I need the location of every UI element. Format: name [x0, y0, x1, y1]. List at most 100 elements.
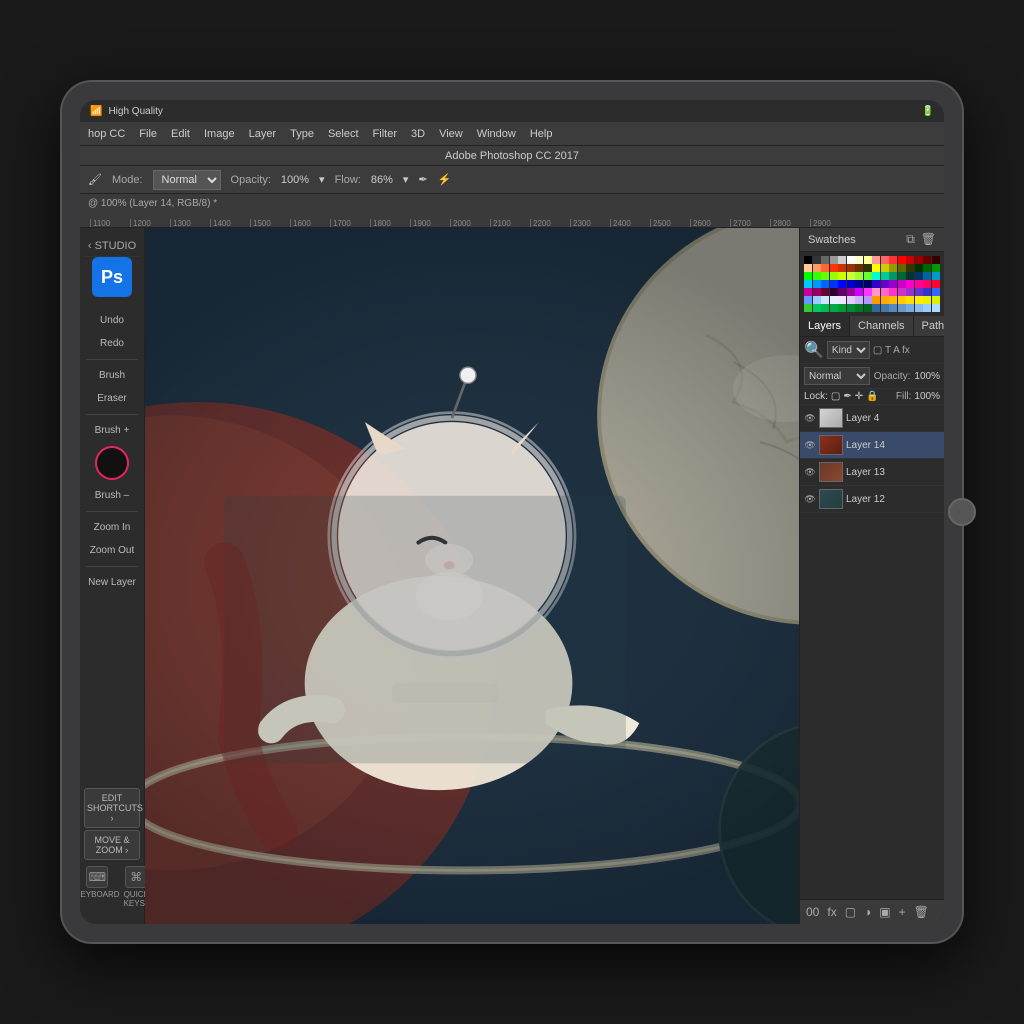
keyboard-icon-item[interactable]: ⌨ KEYBOARD [80, 866, 120, 908]
swatch-53[interactable] [847, 280, 855, 288]
swatch-29[interactable] [915, 264, 923, 272]
swatch-13[interactable] [915, 256, 923, 264]
swatch-109[interactable] [915, 304, 923, 312]
swatch-69[interactable] [847, 288, 855, 296]
layer-link-icon[interactable]: 00 [804, 903, 821, 921]
swatch-0[interactable] [804, 256, 812, 264]
canvas-area[interactable] [145, 228, 799, 924]
swatch-103[interactable] [864, 304, 872, 312]
swatch-24[interactable] [872, 264, 880, 272]
swatch-16[interactable] [804, 264, 812, 272]
layer-item-layer-4[interactable]: 👁Layer 4 [800, 405, 944, 432]
lock-position-icon[interactable]: ✛ [855, 391, 863, 402]
swatch-20[interactable] [838, 264, 846, 272]
menu-filter[interactable]: Filter [373, 128, 397, 140]
menu-3d[interactable]: 3D [411, 128, 425, 140]
swatch-98[interactable] [821, 304, 829, 312]
swatch-65[interactable] [813, 288, 821, 296]
swatch-27[interactable] [898, 264, 906, 272]
swatch-31[interactable] [932, 264, 940, 272]
smooth-icon[interactable]: ⚡ [438, 173, 452, 186]
swatch-54[interactable] [855, 280, 863, 288]
undo-button[interactable]: Undo [80, 309, 144, 332]
swatch-104[interactable] [872, 304, 880, 312]
swatch-32[interactable] [804, 272, 812, 280]
swatch-66[interactable] [821, 288, 829, 296]
swatches-delete-icon[interactable]: 🗑 [921, 232, 936, 247]
menu-type[interactable]: Type [290, 128, 314, 140]
blend-mode-select[interactable]: Normal Multiply [804, 367, 870, 385]
swatch-15[interactable] [932, 256, 940, 264]
swatch-5[interactable] [847, 256, 855, 264]
swatches-panel-header[interactable]: Swatches ⧉ 🗑 [800, 228, 944, 252]
swatch-111[interactable] [932, 304, 940, 312]
swatch-60[interactable] [906, 280, 914, 288]
swatch-17[interactable] [813, 264, 821, 272]
swatch-64[interactable] [804, 288, 812, 296]
layer-item-layer-12[interactable]: 👁Layer 12 [800, 486, 944, 513]
swatch-41[interactable] [881, 272, 889, 280]
mode-select[interactable]: Normal Multiply Screen [153, 170, 221, 190]
menu-window[interactable]: Window [477, 128, 516, 140]
swatch-6[interactable] [855, 256, 863, 264]
swatch-48[interactable] [804, 280, 812, 288]
swatch-9[interactable] [881, 256, 889, 264]
swatch-36[interactable] [838, 272, 846, 280]
redo-button[interactable]: Redo [80, 332, 144, 355]
swatch-45[interactable] [915, 272, 923, 280]
swatch-59[interactable] [898, 280, 906, 288]
new-layer-button[interactable]: New Layer [80, 571, 144, 594]
swatch-34[interactable] [821, 272, 829, 280]
lock-all-icon[interactable]: 🔒 [866, 391, 878, 402]
swatch-101[interactable] [847, 304, 855, 312]
swatch-58[interactable] [889, 280, 897, 288]
swatch-67[interactable] [830, 288, 838, 296]
swatch-8[interactable] [872, 256, 880, 264]
swatch-91[interactable] [898, 296, 906, 304]
layer-group-icon[interactable]: ▣ [877, 903, 892, 921]
swatch-110[interactable] [923, 304, 931, 312]
swatch-23[interactable] [864, 264, 872, 272]
swatch-10[interactable] [889, 256, 897, 264]
layer-eye-3[interactable]: 👁 [804, 493, 816, 505]
swatch-73[interactable] [881, 288, 889, 296]
swatch-85[interactable] [847, 296, 855, 304]
menu-help[interactable]: Help [530, 128, 553, 140]
layer-delete-icon[interactable]: 🗑 [912, 903, 931, 921]
menu-edit[interactable]: Edit [171, 128, 190, 140]
layer-add-icon[interactable]: + [897, 903, 908, 921]
swatch-46[interactable] [923, 272, 931, 280]
swatch-12[interactable] [906, 256, 914, 264]
studio-label[interactable]: ‹ STUDIO [84, 236, 140, 257]
swatch-28[interactable] [906, 264, 914, 272]
airbrush-icon[interactable]: ✒ [418, 173, 427, 186]
swatch-80[interactable] [804, 296, 812, 304]
eraser-button[interactable]: Eraser [80, 387, 144, 410]
opacity-down-icon[interactable]: ▾ [319, 173, 325, 186]
layer-eye-1[interactable]: 👁 [804, 439, 816, 451]
swatch-7[interactable] [864, 256, 872, 264]
brush-plus-button[interactable]: Brush + [80, 419, 144, 442]
swatch-89[interactable] [881, 296, 889, 304]
swatch-95[interactable] [932, 296, 940, 304]
layer-eye-0[interactable]: 👁 [804, 412, 816, 424]
swatch-97[interactable] [813, 304, 821, 312]
swatch-92[interactable] [906, 296, 914, 304]
swatch-22[interactable] [855, 264, 863, 272]
layer-item-layer-14[interactable]: 👁Layer 14 [800, 432, 944, 459]
swatch-50[interactable] [821, 280, 829, 288]
layer-item-layer-13[interactable]: 👁Layer 13 [800, 459, 944, 486]
home-button[interactable] [948, 498, 976, 526]
swatch-79[interactable] [932, 288, 940, 296]
menu-image[interactable]: Image [204, 128, 235, 140]
swatch-18[interactable] [821, 264, 829, 272]
swatch-99[interactable] [830, 304, 838, 312]
swatch-43[interactable] [898, 272, 906, 280]
swatch-90[interactable] [889, 296, 897, 304]
swatch-51[interactable] [830, 280, 838, 288]
layer-fx-icon[interactable]: fx [825, 903, 838, 921]
layer-eye-2[interactable]: 👁 [804, 466, 816, 478]
swatch-49[interactable] [813, 280, 821, 288]
swatch-87[interactable] [864, 296, 872, 304]
swatch-93[interactable] [915, 296, 923, 304]
